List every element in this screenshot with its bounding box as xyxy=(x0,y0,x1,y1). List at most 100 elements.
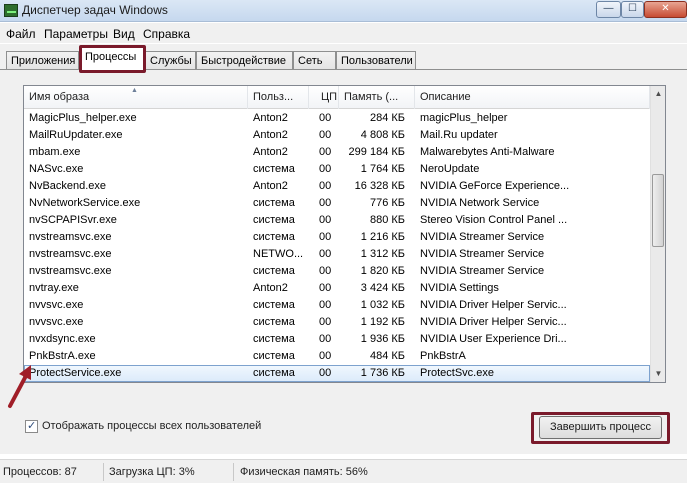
table-row[interactable]: NASvc.exe система 00 1 764 КБ NeroUpdate xyxy=(24,161,650,178)
tab-strip: Приложения Процессы Службы Быстродействи… xyxy=(0,44,687,71)
table-row[interactable]: mbam.exe Anton2 00 299 184 КБ Malwarebytes A… xyxy=(24,144,650,161)
process-cpu: 00 xyxy=(319,112,332,124)
table-row[interactable]: nvstreamsvc.exe NETWO... 00 1 312 КБ NVIDIA … xyxy=(24,246,650,263)
process-name: nvtray.exe xyxy=(29,282,79,294)
process-description: Mail.Ru updater xyxy=(420,129,498,141)
maximize-button[interactable]: ☐ xyxy=(621,1,644,18)
tab-performance[interactable]: Быстродействие xyxy=(196,51,293,70)
process-rows: MagicPlus_helper.exe Anton2 00 284 КБ magicP… xyxy=(24,110,650,383)
window-title: Диспетчер задач Windows xyxy=(22,3,168,17)
red-arrow-icon xyxy=(8,365,31,408)
scroll-down-icon[interactable]: ▼ xyxy=(651,366,665,382)
table-row[interactable]: nvxdsync.exe система 00 1 936 КБ NVIDIA User… xyxy=(24,331,650,348)
tab-network[interactable]: Сеть xyxy=(293,51,336,70)
process-cpu: 00 xyxy=(319,248,332,260)
status-physical-memory: Физическая память: 56% xyxy=(240,466,368,478)
process-cpu: 00 xyxy=(319,350,332,362)
minimize-button[interactable]: — xyxy=(596,1,621,18)
process-cpu: 00 xyxy=(319,197,332,209)
process-cpu: 00 xyxy=(319,146,332,158)
process-description: NVIDIA GeForce Experience... xyxy=(420,180,570,192)
process-name: NvNetworkService.exe xyxy=(29,197,141,209)
tab-processes[interactable]: Процессы xyxy=(80,47,144,71)
tab-applications[interactable]: Приложения xyxy=(6,51,79,70)
process-name: nvstreamsvc.exe xyxy=(29,248,112,260)
show-all-users-label: Отображать процессы всех пользователей xyxy=(42,420,262,432)
table-row[interactable]: nvstreamsvc.exe система 00 1 216 КБ NVIDIA S… xyxy=(24,229,650,246)
table-row-selected[interactable]: ProtectService.exe система 00 1 736 КБ Prote… xyxy=(24,365,650,382)
table-row[interactable]: nvtray.exe Anton2 00 3 424 КБ NVIDIA Setting… xyxy=(24,280,650,297)
menu-help[interactable]: Справка xyxy=(143,27,190,41)
status-bar: Процессов: 87 Загрузка ЦП: 3% Физическая… xyxy=(0,459,687,483)
title-bar[interactable]: Диспетчер задач Windows — ☐ ✕ xyxy=(0,0,687,22)
process-user: система xyxy=(253,197,295,209)
process-cpu: 00 xyxy=(319,163,332,175)
menu-options[interactable]: Параметры xyxy=(44,27,108,41)
scroll-up-icon[interactable]: ▲ xyxy=(651,86,665,102)
process-user: система xyxy=(253,231,295,243)
process-user: Anton2 xyxy=(253,282,288,294)
process-memory: 1 192 КБ xyxy=(360,316,405,328)
process-user: система xyxy=(253,350,295,362)
tab-users[interactable]: Пользователи xyxy=(336,51,416,70)
show-all-users-checkbox[interactable] xyxy=(25,419,38,433)
process-cpu: 00 xyxy=(319,214,332,226)
process-cpu: 00 xyxy=(319,367,332,379)
status-cpu-load: Загрузка ЦП: 3% xyxy=(109,466,195,478)
process-memory: 1 812 КБ xyxy=(339,382,409,383)
table-row[interactable]: ProtectWindowsManager.exeсистема 001 812 … xyxy=(24,382,650,383)
column-description[interactable]: Описание xyxy=(415,86,650,109)
table-row[interactable]: NvNetworkService.exe система 00 776 КБ NVIDI… xyxy=(24,195,650,212)
process-list[interactable]: Имя образа ▲ Польз... ЦП Память (... Опи… xyxy=(23,85,666,383)
process-description: Malwarebytes Anti-Malware xyxy=(420,146,555,158)
process-description: NVIDIA Streamer Service xyxy=(420,265,545,277)
process-memory: 1 032 КБ xyxy=(360,299,405,311)
process-name: nvxdsync.exe xyxy=(29,333,96,345)
column-cpu[interactable]: ЦП xyxy=(309,86,339,109)
table-row[interactable]: nvSCPAPISvr.exe система 00 880 КБ Stereo Vis… xyxy=(24,212,650,229)
end-process-button[interactable]: Завершить процесс xyxy=(539,416,662,439)
table-row[interactable]: PnkBstrA.exe система 00 484 КБ PnkBstrA xyxy=(24,348,650,365)
process-memory: 776 КБ xyxy=(369,197,405,209)
process-cpu: 00 xyxy=(319,265,332,277)
process-description: NVIDIA Driver Helper Servic... xyxy=(420,299,567,311)
menu-view[interactable]: Вид xyxy=(113,27,135,41)
processes-panel: Имя образа ▲ Польз... ЦП Память (... Опи… xyxy=(0,69,687,454)
table-row[interactable]: nvvsvc.exe система 00 1 032 КБ NVIDIA Driver… xyxy=(24,297,650,314)
process-user: Anton2 xyxy=(253,129,288,141)
process-cpu: 00 xyxy=(314,382,338,383)
process-user: система xyxy=(253,316,295,328)
process-memory: 1 936 КБ xyxy=(360,333,405,345)
table-row[interactable]: nvvsvc.exe система 00 1 192 КБ NVIDIA Driver… xyxy=(24,314,650,331)
process-cpu: 00 xyxy=(319,299,332,311)
tab-services[interactable]: Службы xyxy=(145,51,196,70)
process-memory: 1 764 КБ xyxy=(360,163,405,175)
process-user: система xyxy=(253,367,295,379)
process-description: magicPlus_helper xyxy=(420,112,508,124)
process-description: ProtectSvc.exe xyxy=(420,367,494,379)
scroll-thumb[interactable] xyxy=(652,174,664,247)
table-row[interactable]: NvBackend.exe Anton2 00 16 328 КБ NVIDIA GeF… xyxy=(24,178,650,195)
menu-file[interactable]: Файл xyxy=(6,27,36,41)
process-cpu: 00 xyxy=(319,180,332,192)
process-description: NVIDIA Driver Helper Servic... xyxy=(420,316,567,328)
process-memory: 1 820 КБ xyxy=(360,265,405,277)
process-name: NASvc.exe xyxy=(29,163,84,175)
column-user[interactable]: Польз... xyxy=(248,86,309,109)
table-row[interactable]: nvstreamsvc.exe система 00 1 820 КБ NVIDIA S… xyxy=(24,263,650,280)
vertical-scrollbar[interactable]: ▲ ▼ xyxy=(650,86,665,382)
close-button[interactable]: ✕ xyxy=(644,1,687,18)
table-row[interactable]: MailRuUpdater.exe Anton2 00 4 808 КБ Mail.Ru… xyxy=(24,127,650,144)
table-row[interactable]: MagicPlus_helper.exe Anton2 00 284 КБ magicP… xyxy=(24,110,650,127)
process-cpu: 00 xyxy=(319,316,332,328)
process-memory: 299 184 КБ xyxy=(348,146,405,158)
process-user: система xyxy=(253,333,295,345)
process-description: Stereo Vision Control Panel ... xyxy=(420,214,568,226)
process-description: NVIDIA User Experience Dri... xyxy=(420,333,567,345)
process-cpu: 00 xyxy=(319,333,332,345)
column-memory[interactable]: Память (... xyxy=(339,86,415,109)
status-divider xyxy=(233,463,234,481)
process-memory: 3 424 КБ xyxy=(360,282,405,294)
menu-bar: Файл Параметры Вид Справка xyxy=(0,23,687,43)
process-description: NVIDIA Settings xyxy=(420,282,499,294)
